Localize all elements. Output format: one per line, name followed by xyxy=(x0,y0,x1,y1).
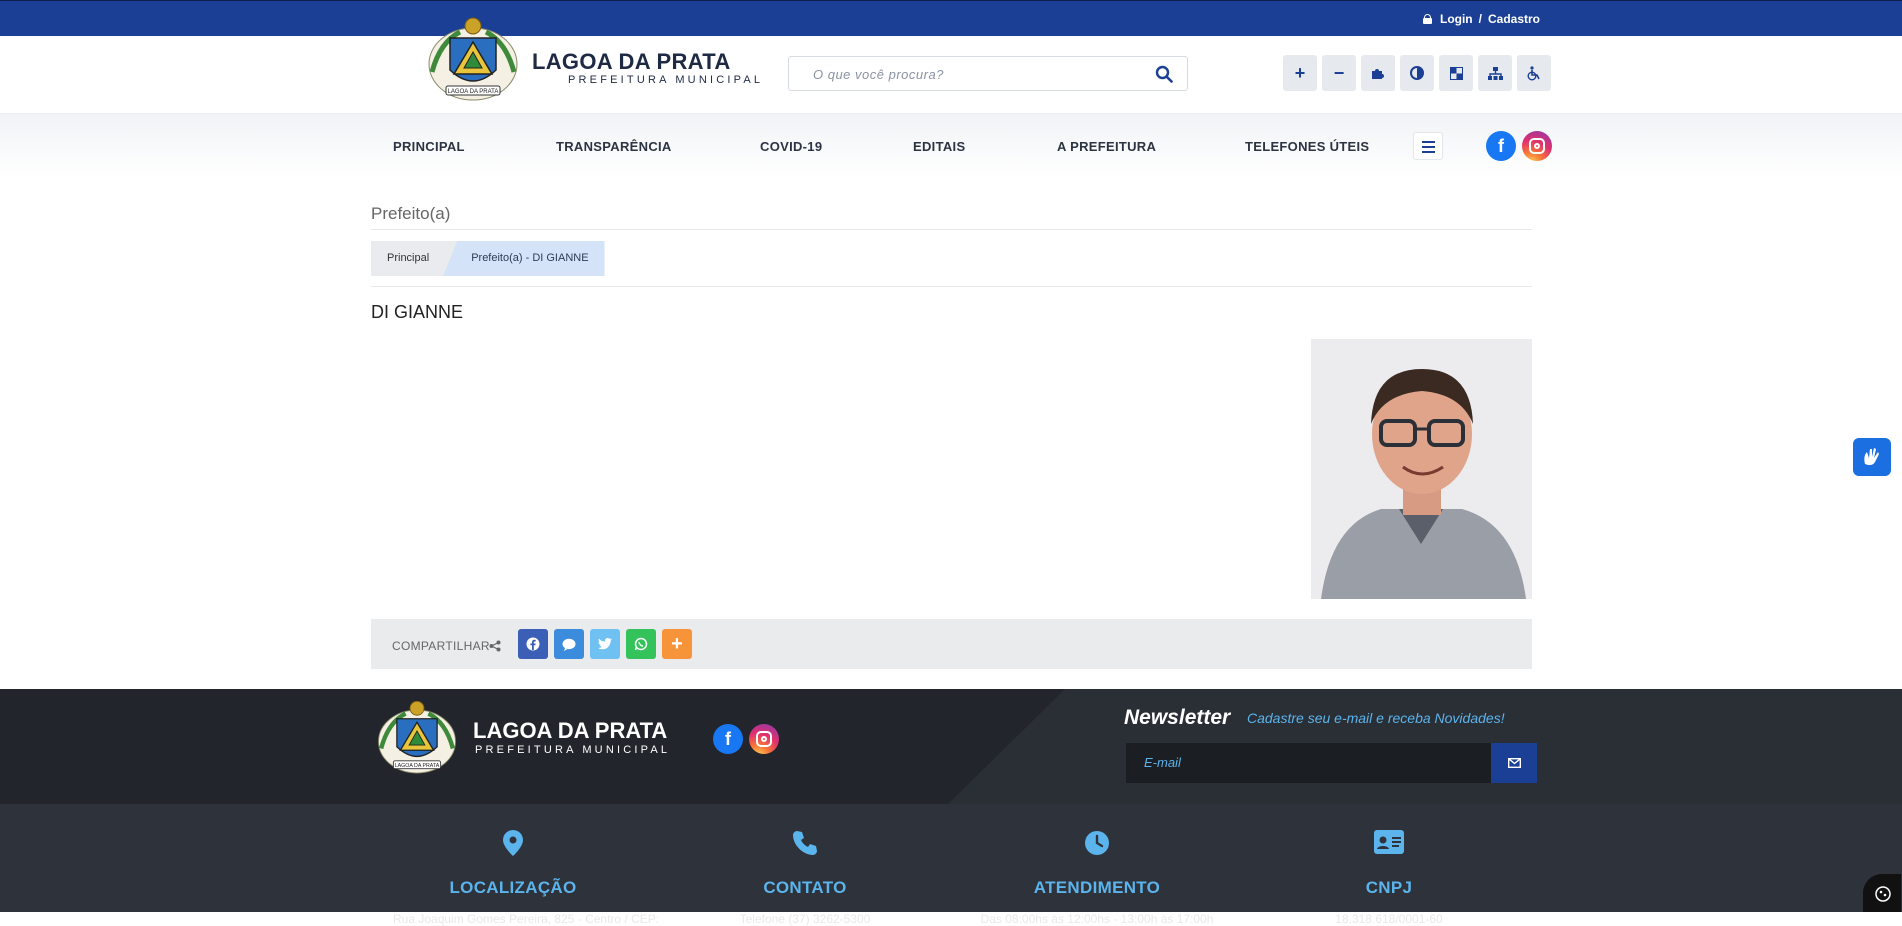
svg-text:LAGOA DA PRATA: LAGOA DA PRATA xyxy=(448,89,499,95)
puzzle-button[interactable] xyxy=(1361,55,1395,91)
share-more-button[interactable]: + xyxy=(662,629,692,659)
increase-font-button[interactable]: + xyxy=(1283,55,1317,91)
hours-text: Das 08:00hs às 12:00hs - 13:00h às 17:00… xyxy=(980,912,1214,926)
auth-separator: / xyxy=(1478,12,1482,26)
wheelchair-button[interactable] xyxy=(1517,55,1551,91)
sign-language-widget-button[interactable] xyxy=(1853,438,1891,476)
cnpj-title: CNPJ xyxy=(1365,878,1413,897)
hamburger-menu-button[interactable] xyxy=(1413,132,1443,160)
contact-title: CONTATO xyxy=(763,878,847,897)
wheelchair-icon xyxy=(1527,65,1540,80)
clock-icon xyxy=(1085,831,1109,855)
newsletter-subtitle: Cadastre seu e-mail e receba Novidades! xyxy=(1247,710,1505,726)
search-box[interactable]: O que você procura? xyxy=(788,56,1188,91)
footer-coat-of-arms-logo[interactable]: LAGOA DA PRATA xyxy=(367,696,467,780)
nav-item-covid[interactable]: COVID-19 xyxy=(760,139,822,154)
facebook-icon[interactable]: f xyxy=(1486,131,1516,161)
brand-title[interactable]: LAGOA DA PRATA xyxy=(532,49,731,75)
coat-of-arms-logo[interactable]: LAGOA DA PRATA xyxy=(420,12,526,108)
hands-icon xyxy=(1864,448,1879,466)
breadcrumb-current: Prefeito(a) - DI GIANNE xyxy=(443,241,605,276)
divider xyxy=(371,229,1532,230)
nav-item-transparencia[interactable]: TRANSPARÊNCIA xyxy=(556,139,672,154)
lock-icon xyxy=(1422,14,1432,24)
mayor-photo xyxy=(1311,339,1532,599)
contrast-button[interactable] xyxy=(1400,55,1434,91)
instagram-icon[interactable] xyxy=(1522,131,1552,161)
cnpj-text: 18.318.618/0001-60 xyxy=(1335,912,1443,926)
share-icon xyxy=(489,640,501,652)
nav-item-editais[interactable]: EDITAIS xyxy=(913,139,965,154)
chat-icon xyxy=(562,638,576,651)
cookie-settings-button[interactable] xyxy=(1863,874,1901,912)
share-whatsapp-button[interactable] xyxy=(626,629,656,659)
share-label: COMPARTILHAR xyxy=(392,639,490,653)
breadcrumb: Principal Prefeito(a) - DI GIANNE xyxy=(371,241,605,276)
location-text: Rua Joaquim Gomes Pereira, 825 - Centro … xyxy=(393,912,660,926)
newsletter-title: Newsletter xyxy=(1124,706,1231,729)
footer-brand-subtitle: PREFEITURA MUNICIPAL xyxy=(475,744,671,756)
nav-item-telefones[interactable]: TELEFONES ÚTEIS xyxy=(1245,139,1369,154)
contact-text: Telefone (37) 3262-5300 xyxy=(739,912,871,926)
puzzle-icon xyxy=(1372,69,1384,79)
share-facebook-button[interactable] xyxy=(518,629,548,659)
cookie-icon xyxy=(1875,886,1891,902)
footer-brand-title: LAGOA DA PRATA xyxy=(473,718,668,743)
id-card-icon xyxy=(1374,830,1404,854)
phone-icon xyxy=(793,831,817,855)
sitemap-icon xyxy=(1487,66,1503,80)
login-link[interactable]: Login xyxy=(1440,12,1473,26)
twitter-icon xyxy=(598,638,612,650)
facebook-icon xyxy=(526,637,540,651)
nav-item-prefeitura[interactable]: A PREFEITURA xyxy=(1057,139,1156,154)
nav-item-principal[interactable]: PRINCIPAL xyxy=(393,139,465,154)
minus-icon: − xyxy=(1333,62,1345,83)
top-bar: Login / Cadastro xyxy=(0,0,1902,36)
share-twitter-button[interactable] xyxy=(590,629,620,659)
search-input[interactable]: O que você procura? xyxy=(813,67,944,82)
hours-title: ATENDIMENTO xyxy=(1033,878,1161,897)
register-link[interactable]: Cadastro xyxy=(1488,12,1540,26)
whatsapp-icon xyxy=(634,637,648,651)
divider xyxy=(371,286,1532,287)
location-title: LOCALIZAÇÃO xyxy=(449,878,577,897)
brand-subtitle: PREFEITURA MUNICIPAL xyxy=(568,74,764,86)
contrast-icon xyxy=(1410,66,1424,80)
checker-icon xyxy=(1449,66,1463,80)
footer-facebook-icon[interactable]: f xyxy=(713,724,743,754)
newsletter-email-input[interactable]: E-mail xyxy=(1126,743,1492,783)
svg-text:LAGOA DA PRATA: LAGOA DA PRATA xyxy=(395,763,440,769)
sitemap-button[interactable] xyxy=(1478,55,1512,91)
email-placeholder: E-mail xyxy=(1144,755,1181,770)
share-messenger-button[interactable] xyxy=(554,629,584,659)
plus-icon: + xyxy=(671,632,683,655)
footer-instagram-icon[interactable] xyxy=(749,724,779,754)
page-title: Prefeito(a) xyxy=(371,204,451,223)
breadcrumb-home[interactable]: Principal xyxy=(371,241,458,276)
plus-icon: + xyxy=(1294,62,1306,83)
newsletter-submit-button[interactable] xyxy=(1491,743,1537,783)
person-name: DI GIANNE xyxy=(371,302,464,322)
decrease-font-button[interactable]: − xyxy=(1322,55,1356,91)
search-icon[interactable] xyxy=(1155,65,1173,83)
auth-links: Login / Cadastro xyxy=(1422,12,1540,26)
hamburger-icon xyxy=(1422,141,1435,143)
envelope-icon xyxy=(1508,758,1521,768)
high-contrast-button[interactable] xyxy=(1439,55,1473,91)
footer-info xyxy=(0,804,1902,912)
map-pin-icon xyxy=(503,830,523,856)
